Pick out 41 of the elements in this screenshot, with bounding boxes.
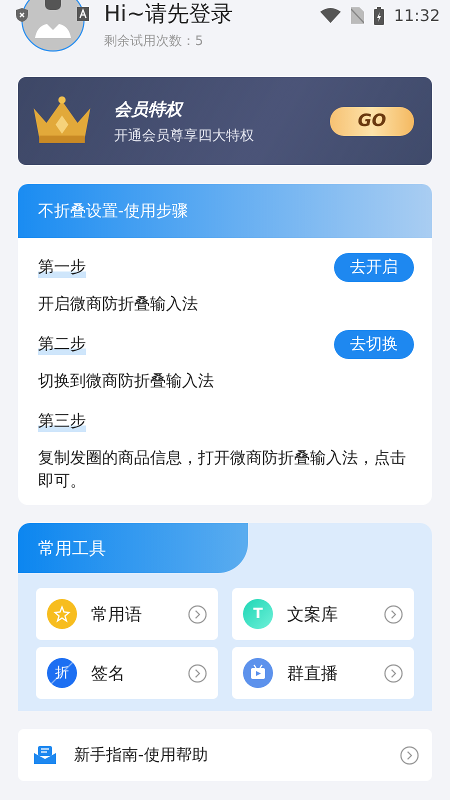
no-sim-icon xyxy=(350,7,364,24)
banner-title: 会员特权 xyxy=(114,98,185,120)
card-title: 不折叠设置-使用步骤 xyxy=(38,200,188,222)
tool-label: 常用语 xyxy=(91,604,143,626)
wifi-icon xyxy=(320,8,341,23)
tool-label: 签名 xyxy=(91,662,126,684)
trial-count: 剩余试用次数：5 xyxy=(104,33,204,50)
shield-icon xyxy=(15,7,29,23)
go-button[interactable]: GO xyxy=(330,106,414,136)
tool-icon: T xyxy=(243,599,273,629)
membership-banner[interactable]: 会员特权 开通会员尊享四大特权 GO xyxy=(18,77,432,165)
tool-label: 群直播 xyxy=(287,662,339,684)
tool-item[interactable]: 折 签名 xyxy=(36,647,218,699)
step-description: 切换到微商防折叠输入法 xyxy=(38,370,215,392)
step-label: 第一步 xyxy=(38,256,86,278)
banner-subtitle: 开通会员尊享四大特权 xyxy=(114,126,255,144)
panel-title: 常用工具 xyxy=(38,538,106,560)
step-label: 第二步 xyxy=(38,334,86,354)
clock: 11:32 xyxy=(394,6,440,25)
step-description: 开启微商防折叠输入法 xyxy=(38,293,199,315)
chevron-icon xyxy=(188,604,207,624)
step-description: 复制发圈的商品信息，打开微商防折叠输入法，点击即可。 xyxy=(38,447,407,492)
battery-icon xyxy=(374,6,384,24)
step-label: 第三步 xyxy=(38,410,86,432)
tool-item[interactable]: 群直播 xyxy=(232,647,414,699)
tv-icon xyxy=(243,658,273,688)
help-label: 新手指南-使用帮助 xyxy=(74,744,209,766)
tool-item[interactable]: 常用语 xyxy=(36,588,218,640)
mail-icon xyxy=(34,746,56,764)
action-button[interactable]: 去切换 xyxy=(334,330,414,358)
avatar[interactable] xyxy=(21,0,85,52)
greeting[interactable]: Hi~请先登录 xyxy=(104,0,234,30)
help-row[interactable]: 新手指南-使用帮助 xyxy=(18,729,432,781)
chevron-icon xyxy=(400,746,419,764)
tool-item[interactable]: T 文案库 xyxy=(232,588,414,640)
action-button[interactable]: 去开启 xyxy=(334,252,414,282)
chevron-icon xyxy=(188,664,207,682)
chevron-icon xyxy=(384,604,403,624)
chevron-icon xyxy=(384,664,403,682)
tool-icon: 折 xyxy=(47,658,77,688)
tool-label: 文案库 xyxy=(287,604,339,626)
